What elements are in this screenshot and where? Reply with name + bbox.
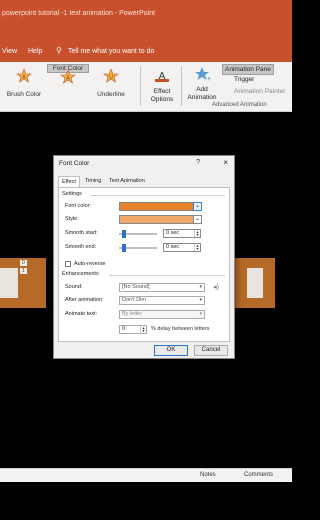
divider <box>109 275 225 276</box>
auto-reverse-label: Auto-reverse <box>74 261 106 267</box>
smooth-start-spinner[interactable]: 0 sec ▴ ▾ <box>163 229 201 238</box>
menu-help[interactable]: Help <box>28 48 42 55</box>
animation-painter-button[interactable]: Animation Painter <box>234 88 285 95</box>
star-icon: A <box>16 68 32 83</box>
lightbulb-icon: ⚲ <box>56 46 62 55</box>
chevron-down-icon[interactable]: ⌄ <box>193 215 202 224</box>
slider-thumb[interactable] <box>122 230 126 238</box>
sound-select[interactable]: [No Sound] ▾ <box>119 283 205 292</box>
menu-view[interactable]: View <box>2 48 17 55</box>
chevron-down-icon: ▾ <box>199 284 202 290</box>
svg-text:+: + <box>207 76 210 82</box>
divider <box>140 66 141 106</box>
chevron-down-icon[interactable]: ⌄ <box>193 202 202 211</box>
animate-text-value: By letter <box>122 311 143 317</box>
smooth-end-label: Smooth end: <box>65 244 97 250</box>
divider <box>181 66 182 106</box>
tab-text-animation[interactable]: Text Animation <box>106 176 148 187</box>
underline-button[interactable]: U Underline <box>92 64 130 98</box>
svg-text:U: U <box>109 75 113 81</box>
tell-me-search[interactable]: Tell me what you want to do <box>68 48 154 55</box>
add-animation-label: Add Animation <box>187 86 217 101</box>
effect-options-label: Effect Options <box>150 88 174 103</box>
animation-pane-button[interactable]: Animation Pane <box>222 64 274 75</box>
font-color-label: Font color: <box>65 203 91 209</box>
window-title: powerpoint tutorial -1 text animation - … <box>2 10 155 17</box>
sound-label: Sound: <box>65 284 83 290</box>
animate-text-label: Animate text: <box>65 311 98 317</box>
animation-number-badge: 1 <box>20 268 27 274</box>
comments-button[interactable]: Comments <box>244 472 273 478</box>
speaker-icon[interactable]: ◂) <box>211 283 221 292</box>
smooth-start-label: Smooth start: <box>65 230 98 236</box>
tab-timing[interactable]: Timing <box>82 176 104 187</box>
ribbon: A Brush Color A Font Color U Underline A… <box>0 62 292 112</box>
help-icon[interactable]: ? <box>196 159 200 166</box>
group-label: Advanced Animation <box>212 102 267 108</box>
add-animation-icon: + <box>195 67 210 82</box>
spinner-arrows-icon[interactable]: ▴ ▾ <box>194 230 200 237</box>
after-animation-select[interactable]: Don't Dim ▾ <box>119 296 205 305</box>
font-color-label: Font Color <box>52 65 84 72</box>
smooth-end-spinner[interactable]: 0 sec ▴ ▾ <box>163 243 201 252</box>
trigger-button[interactable]: Trigger <box>234 76 254 83</box>
auto-reverse-checkbox[interactable] <box>65 261 71 267</box>
font-color-button[interactable]: A Font Color <box>47 64 89 84</box>
style-swatch[interactable] <box>119 215 199 224</box>
style-label: Style: <box>65 216 79 222</box>
smooth-end-value: 0 sec <box>166 244 180 250</box>
slide-text-right <box>235 258 275 308</box>
delay-value: 0 <box>122 326 126 332</box>
brush-color-button[interactable]: A Brush Color <box>4 64 44 98</box>
font-color-swatch[interactable] <box>119 202 199 211</box>
enhancements-heading: Enhancements <box>62 271 99 277</box>
chevron-down-icon: ▾ <box>199 297 202 303</box>
delay-label: % delay between letters <box>151 326 210 332</box>
brush-color-label: Brush Color <box>6 91 42 98</box>
tab-effect[interactable]: Effect <box>58 176 80 187</box>
spinner-arrows-icon[interactable]: ▴ ▾ <box>140 326 146 333</box>
ok-button[interactable]: OK <box>154 345 188 356</box>
animate-text-select[interactable]: By letter ▾ <box>119 310 205 319</box>
sound-value: [No Sound] <box>122 284 150 290</box>
dialog-title: Font Color <box>59 160 90 167</box>
status-bar: Notes Comments <box>0 468 292 482</box>
divider <box>91 195 225 196</box>
settings-heading: Settings <box>62 191 82 197</box>
animation-number-badge: 0 <box>20 260 27 266</box>
chevron-down-icon: ▾ <box>199 311 202 317</box>
after-animation-label: After animation: <box>65 297 104 303</box>
cancel-button[interactable]: Cancel <box>194 345 228 356</box>
delay-spinner[interactable]: 0 ▴ ▾ <box>119 325 147 334</box>
effect-options-button[interactable]: A Effect Options <box>145 64 179 108</box>
notes-button[interactable]: Notes <box>200 472 216 478</box>
spinner-arrows-icon[interactable]: ▴ ▾ <box>194 244 200 251</box>
title-bar: powerpoint tutorial -1 text animation - … <box>0 0 292 42</box>
star-icon: U <box>103 68 119 83</box>
menu-bar: View Help ⚲ Tell me what you want to do <box>0 42 292 64</box>
after-animation-value: Don't Dim <box>122 297 146 303</box>
slide-letter <box>0 268 18 298</box>
underline-label: Underline <box>97 91 125 98</box>
effect-options-icon: A <box>155 68 169 82</box>
smooth-start-value: 0 sec <box>166 230 180 236</box>
svg-text:A: A <box>159 71 166 81</box>
font-color-dialog: Font Color ? × Effect Timing Text Animat… <box>53 155 235 359</box>
slide-letter <box>247 268 263 298</box>
effect-panel: Settings Font color: ⌄ Style: ⌄ Smooth s… <box>58 187 230 342</box>
close-icon[interactable]: × <box>223 158 228 167</box>
slider-thumb[interactable] <box>122 244 126 252</box>
